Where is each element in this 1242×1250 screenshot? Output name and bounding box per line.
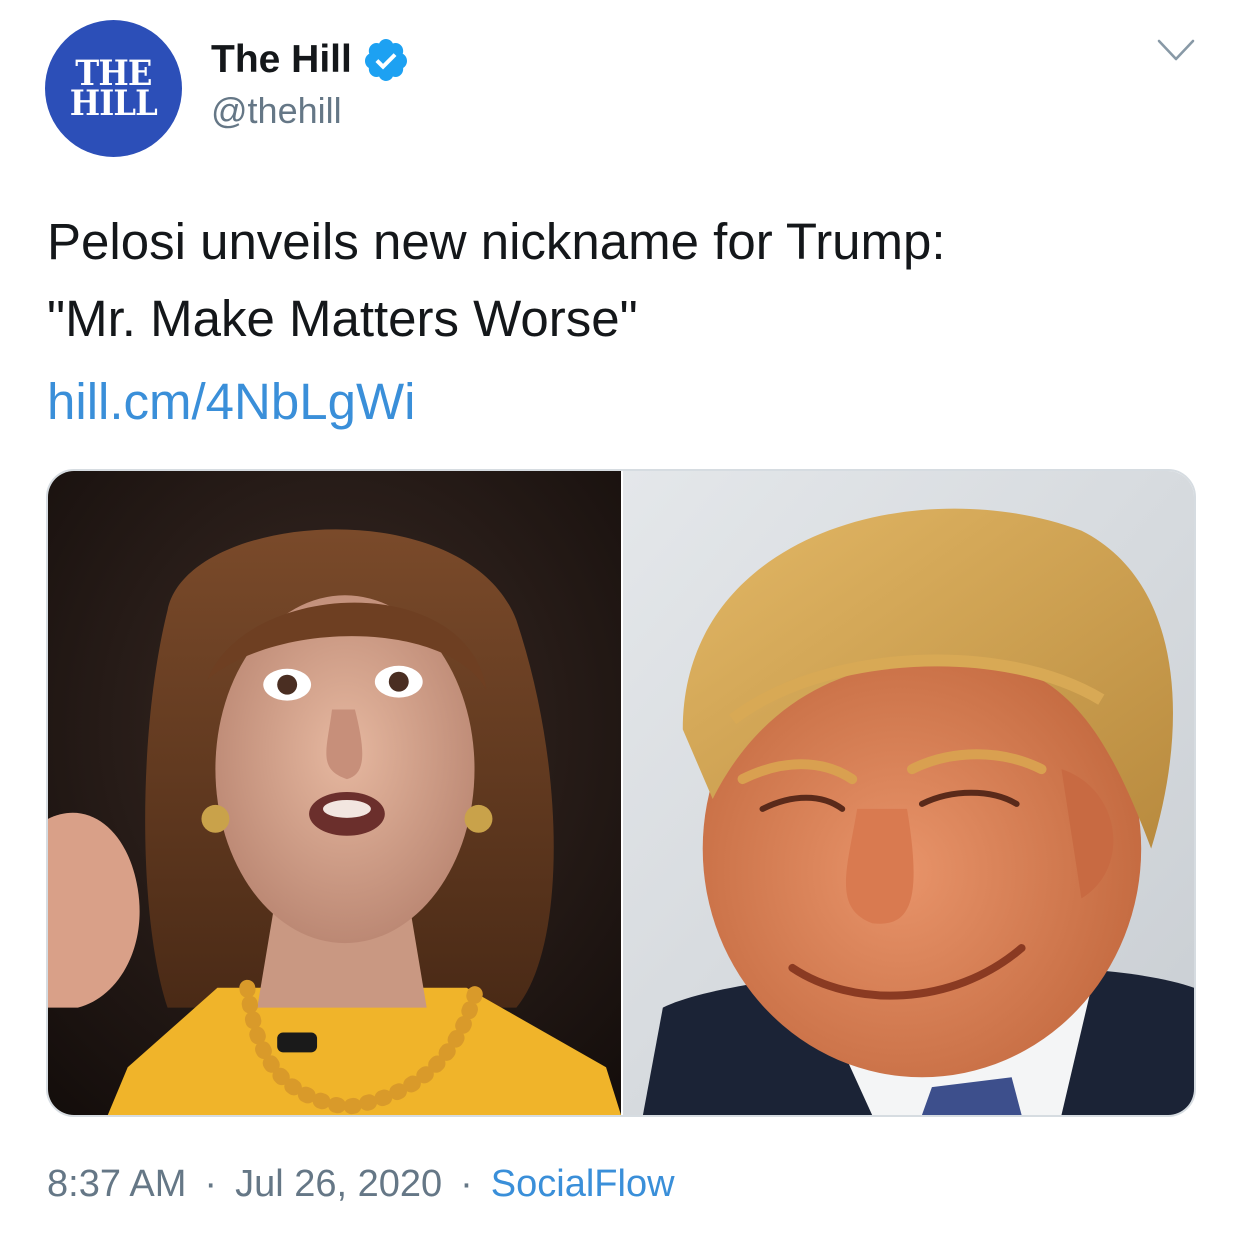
meta-separator: · bbox=[460, 1163, 473, 1205]
tweet-text-line-2: "Mr. Make Matters Worse" bbox=[47, 290, 638, 347]
woman-speaking-photo bbox=[48, 471, 621, 1115]
media-grid[interactable] bbox=[46, 469, 1196, 1117]
tweet-link[interactable]: hill.cm/4NbLgWi bbox=[47, 363, 415, 440]
photo-right[interactable] bbox=[623, 471, 1194, 1115]
display-name-row[interactable]: The Hill bbox=[211, 37, 410, 83]
tweet-source[interactable]: SocialFlow bbox=[491, 1163, 675, 1206]
man-smiling-photo bbox=[623, 471, 1194, 1115]
display-name[interactable]: The Hill bbox=[211, 38, 352, 82]
avatar-text-line-2: HILL bbox=[69, 82, 158, 124]
tweet-meta: 8:37 AM · Jul 26, 2020 · SocialFlow bbox=[47, 1163, 675, 1206]
photo-left[interactable] bbox=[48, 471, 623, 1115]
tweet-text: Pelosi unveils new nickname for Trump: "… bbox=[47, 203, 1197, 357]
meta-separator: · bbox=[204, 1163, 218, 1205]
chevron-down-icon[interactable] bbox=[1156, 38, 1196, 64]
avatar[interactable]: THE HILL bbox=[45, 20, 182, 157]
handle[interactable]: @thehill bbox=[211, 90, 342, 132]
tweet-time[interactable]: 8:37 AM bbox=[47, 1163, 186, 1206]
tweet-date[interactable]: Jul 26, 2020 bbox=[235, 1163, 442, 1206]
tweet-text-line-1: Pelosi unveils new nickname for Trump: bbox=[47, 213, 946, 270]
verified-badge-icon bbox=[364, 39, 407, 81]
